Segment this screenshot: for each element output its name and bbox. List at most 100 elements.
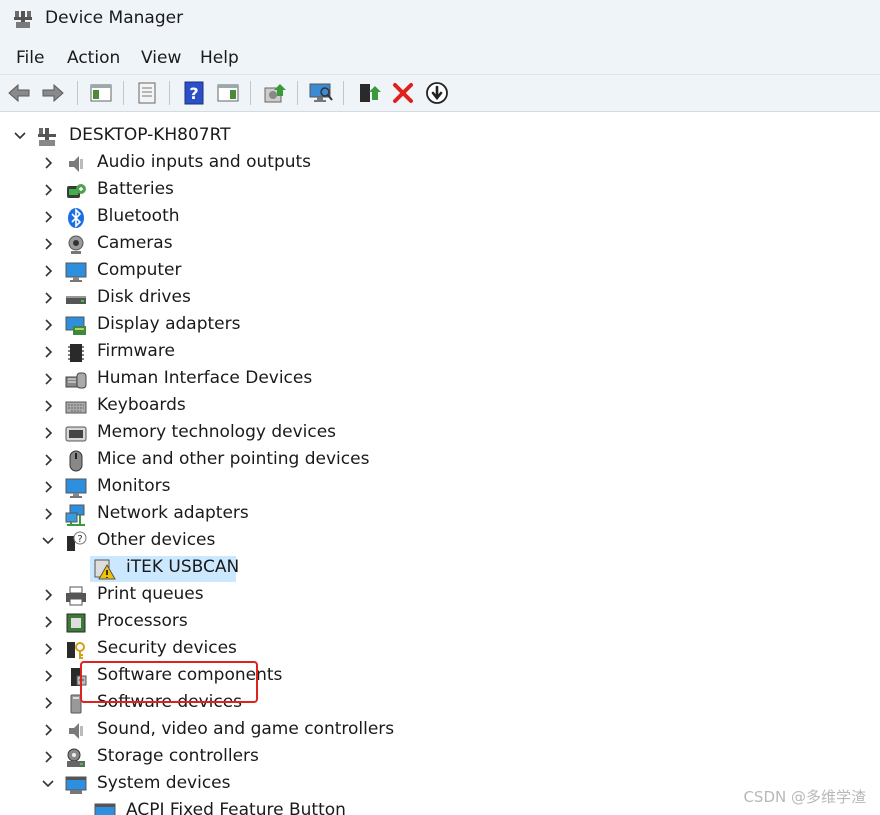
tree-category[interactable]: Network adapters [0, 501, 880, 528]
chevron-right-icon[interactable] [40, 290, 56, 306]
tree-category[interactable]: ? Other devices [0, 528, 880, 555]
storage-controller-icon [65, 747, 87, 769]
tree-category[interactable]: Computer [0, 258, 880, 285]
device-manager-icon [12, 8, 34, 30]
camera-icon [65, 234, 87, 256]
tree-node-label: Batteries [97, 179, 174, 199]
tree-node-label: Other devices [97, 530, 216, 550]
update-driver-icon[interactable] [262, 80, 288, 106]
monitor-icon [65, 477, 87, 499]
tree-category[interactable]: Display adapters [0, 312, 880, 339]
chevron-right-icon[interactable] [40, 695, 56, 711]
tree-node-label: Computer [97, 260, 182, 280]
computer-icon [65, 261, 87, 283]
chevron-down-icon[interactable] [40, 533, 56, 549]
tree-node-label: Keyboards [97, 395, 186, 415]
disk-drive-icon [65, 288, 87, 310]
tree-category[interactable]: Disk drives [0, 285, 880, 312]
toolbar-separator [343, 81, 344, 105]
bluetooth-icon [65, 207, 87, 229]
forward-icon[interactable] [40, 80, 66, 106]
memory-icon [65, 423, 87, 445]
tree-node-label: Storage controllers [97, 746, 259, 766]
menu-view[interactable]: View [141, 48, 181, 68]
tree-category[interactable]: Firmware [0, 339, 880, 366]
computer-root-icon [36, 126, 58, 148]
tree-category[interactable]: Keyboards [0, 393, 880, 420]
tree-node-label: Human Interface Devices [97, 368, 313, 388]
menu-file[interactable]: File [16, 48, 44, 68]
enable-device-icon[interactable] [356, 80, 382, 106]
chevron-right-icon[interactable] [40, 668, 56, 684]
chevron-right-icon[interactable] [40, 236, 56, 252]
tree-category[interactable]: Cameras [0, 231, 880, 258]
menu-action[interactable]: Action [67, 48, 120, 68]
tree-category[interactable]: Sound, video and game controllers [0, 717, 880, 744]
tree-node-label: Display adapters [97, 314, 241, 334]
chevron-down-icon[interactable] [12, 128, 28, 144]
scan-hardware-changes-icon[interactable] [308, 80, 334, 106]
chevron-right-icon[interactable] [40, 641, 56, 657]
toolbar-separator [250, 81, 251, 105]
chevron-right-icon[interactable] [40, 209, 56, 225]
toolbar: ? [0, 75, 880, 112]
menu-bar: File Action View Help [0, 40, 880, 75]
chevron-right-icon[interactable] [40, 506, 56, 522]
chevron-right-icon[interactable] [40, 722, 56, 738]
tree-category[interactable]: Processors [0, 609, 880, 636]
network-icon [65, 504, 87, 526]
disable-device-icon[interactable] [424, 80, 450, 106]
tree-node-label: System devices [97, 773, 231, 793]
properties-icon[interactable] [134, 80, 160, 106]
help-icon[interactable]: ? [181, 80, 207, 106]
tree-category[interactable]: Human Interface Devices [0, 366, 880, 393]
menu-help[interactable]: Help [200, 48, 239, 68]
mouse-icon [65, 450, 87, 472]
tree-node-label: Mice and other pointing devices [97, 449, 370, 469]
tree-category[interactable]: Bluetooth [0, 204, 880, 231]
chevron-right-icon[interactable] [40, 398, 56, 414]
chevron-right-icon[interactable] [40, 452, 56, 468]
chevron-right-icon[interactable] [40, 344, 56, 360]
tree-root[interactable]: DESKTOP-KH807RT [0, 123, 880, 150]
uninstall-device-icon[interactable] [390, 80, 416, 106]
chevron-right-icon[interactable] [40, 155, 56, 171]
svg-text:?: ? [189, 84, 198, 103]
chevron-right-icon[interactable] [40, 749, 56, 765]
tree-node-label: Security devices [97, 638, 237, 658]
toolbar-separator [77, 81, 78, 105]
tree-category[interactable]: Audio inputs and outputs [0, 150, 880, 177]
tree-category[interactable]: Batteries [0, 177, 880, 204]
tree-category[interactable]: Storage controllers [0, 744, 880, 771]
watermark: CSDN @多维学渣 [743, 788, 866, 806]
toolbar-separator [169, 81, 170, 105]
device-tree: DESKTOP-KH807RT Audio inputs and outputs… [0, 112, 880, 815]
tree-category[interactable]: Print queues [0, 582, 880, 609]
chevron-right-icon[interactable] [40, 182, 56, 198]
tree-category[interactable]: Monitors [0, 474, 880, 501]
action-pane-icon[interactable] [215, 80, 241, 106]
security-device-icon [65, 639, 87, 661]
printer-icon [65, 585, 87, 607]
chevron-right-icon[interactable] [40, 317, 56, 333]
chevron-right-icon[interactable] [40, 425, 56, 441]
system-device-icon [94, 801, 116, 815]
tree-node-label: Firmware [97, 341, 175, 361]
show-hide-console-tree-icon[interactable] [88, 80, 114, 106]
chevron-right-icon[interactable] [40, 587, 56, 603]
chevron-right-icon[interactable] [40, 263, 56, 279]
tree-category[interactable]: Mice and other pointing devices [0, 447, 880, 474]
chevron-right-icon[interactable] [40, 614, 56, 630]
title-bar: Device Manager [0, 0, 880, 40]
chevron-right-icon[interactable] [40, 479, 56, 495]
svg-text:?: ? [77, 534, 82, 545]
tree-category[interactable]: Memory technology devices [0, 420, 880, 447]
back-icon[interactable] [6, 80, 32, 106]
chevron-down-icon[interactable] [40, 776, 56, 792]
tree-category[interactable]: Security devices [0, 636, 880, 663]
tree-device[interactable]: iTEK USBCAN [0, 555, 880, 582]
tree-node-label: Disk drives [97, 287, 191, 307]
sound-icon [65, 720, 87, 742]
hid-icon [65, 369, 87, 391]
chevron-right-icon[interactable] [40, 371, 56, 387]
